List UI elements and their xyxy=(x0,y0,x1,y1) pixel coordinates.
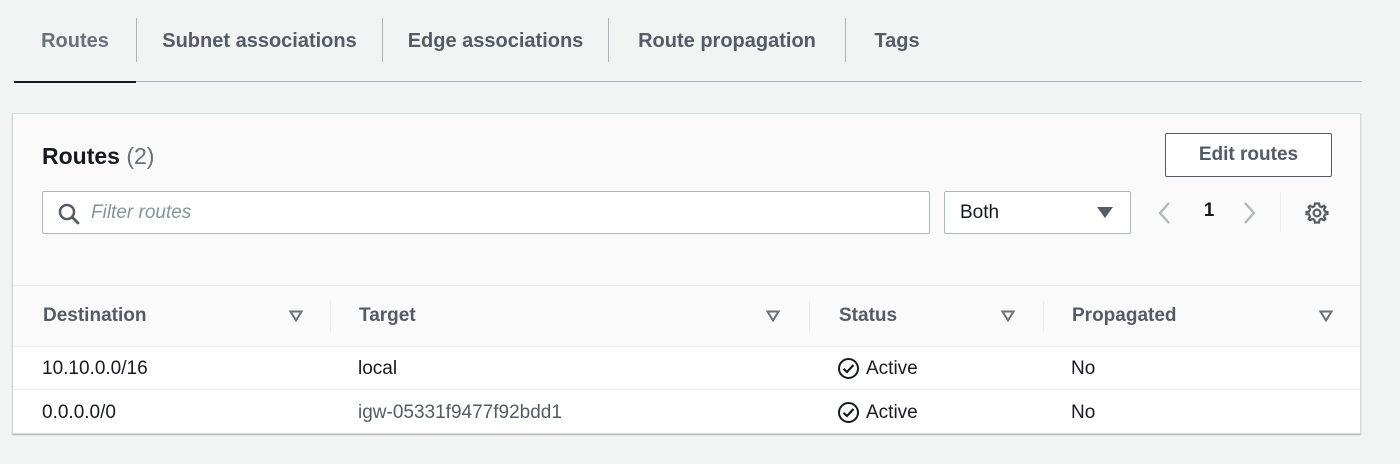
column-header-target[interactable]: Target xyxy=(359,286,809,346)
table-row[interactable]: 10.10.0.0/16 local Active No xyxy=(13,347,1360,390)
status-text: Active xyxy=(866,401,918,423)
cell-destination: 0.0.0.0/0 xyxy=(42,401,116,423)
cell-destination: 10.10.0.0/16 xyxy=(42,357,148,379)
tab-routes[interactable]: Routes xyxy=(14,0,136,83)
route-count: (2) xyxy=(126,143,155,169)
route-type-select[interactable]: Both xyxy=(944,191,1131,234)
column-header-status[interactable]: Status xyxy=(839,286,1039,346)
filter-routes-input[interactable] xyxy=(91,192,911,233)
edit-routes-button[interactable]: Edit routes xyxy=(1165,133,1332,177)
filter-routes-field[interactable] xyxy=(42,191,930,234)
column-divider xyxy=(330,301,331,332)
route-type-select-value: Both xyxy=(960,202,1000,223)
column-header-propagated[interactable]: Propagated xyxy=(1072,286,1347,346)
tab-edge-associations[interactable]: Edge associations xyxy=(383,0,608,82)
chevron-left-icon[interactable] xyxy=(1158,201,1172,225)
column-header-destination[interactable]: Destination xyxy=(43,286,333,346)
current-page-number[interactable]: 1 xyxy=(1201,200,1217,222)
route-table-page: Routes Subnet associations Edge associat… xyxy=(0,0,1400,464)
search-icon xyxy=(58,203,80,225)
status-text: Active xyxy=(866,357,918,379)
sort-caret-icon[interactable] xyxy=(1001,310,1015,322)
cell-status: Active xyxy=(837,391,918,434)
column-label: Target xyxy=(359,305,416,326)
caret-down-icon xyxy=(1097,207,1113,218)
check-circle-icon xyxy=(838,402,859,423)
tab-subnet-associations[interactable]: Subnet associations xyxy=(137,0,382,82)
column-divider xyxy=(1043,301,1044,332)
column-label: Propagated xyxy=(1072,305,1177,326)
tab-route-propagation[interactable]: Route propagation xyxy=(609,0,845,82)
pager-divider xyxy=(1280,192,1281,232)
sort-caret-icon[interactable] xyxy=(766,310,780,322)
panel-header: Routes (2) Edit routes Both 1 xyxy=(13,114,1360,286)
tab-bar: Routes Subnet associations Edge associat… xyxy=(14,0,1362,83)
cell-target: local xyxy=(358,357,398,379)
cell-status: Active xyxy=(837,347,918,390)
panel-title-text: Routes xyxy=(42,143,120,169)
cell-propagated: No xyxy=(1071,401,1096,423)
cell-target-link[interactable]: igw-05331f9477f92bdd1 xyxy=(358,391,562,434)
table-row[interactable]: 0.0.0.0/0 igw-05331f9477f92bdd1 Active N… xyxy=(13,391,1360,434)
column-label: Status xyxy=(839,305,898,326)
table-header: Destination Target Status Propagated xyxy=(13,286,1360,347)
column-divider xyxy=(809,301,810,332)
column-label: Destination xyxy=(43,305,147,326)
cell-propagated: No xyxy=(1071,357,1096,379)
panel-title: Routes (2) xyxy=(42,143,154,170)
chevron-right-icon[interactable] xyxy=(1242,201,1256,225)
sort-caret-icon[interactable] xyxy=(289,310,303,322)
check-circle-icon xyxy=(838,358,859,379)
gear-icon[interactable] xyxy=(1305,201,1329,225)
sort-caret-icon[interactable] xyxy=(1319,310,1333,322)
tab-tags[interactable]: Tags xyxy=(846,0,948,82)
routes-panel: Routes (2) Edit routes Both 1 xyxy=(12,113,1361,434)
